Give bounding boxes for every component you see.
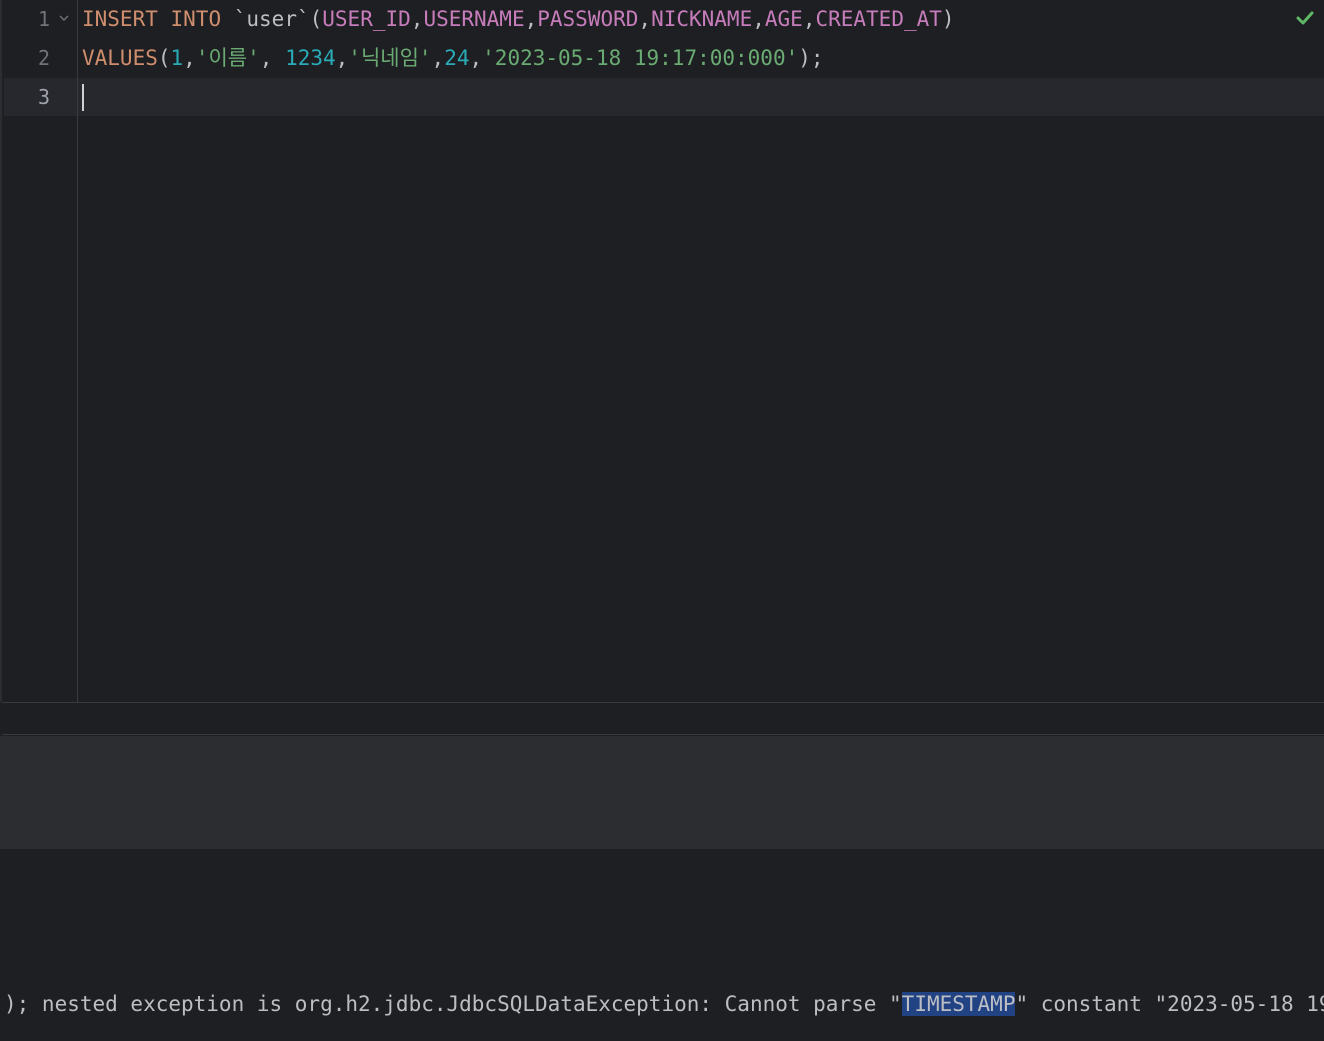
console-error-line[interactable]: ); nested exception is org.h2.jdbc.JdbcS… [4, 986, 1324, 1022]
keyword-values: VALUES [82, 46, 158, 70]
selected-text: TIMESTAMP [901, 992, 1016, 1016]
statement-end: ); [798, 46, 824, 70]
text-caret [82, 84, 84, 111]
sql-editor[interactable]: 1 2 3 INSERT INTO `user`(USER_ID,USERNAM… [0, 0, 1324, 702]
value-username: '이름' [195, 46, 260, 70]
keyword-insert: INSERT [82, 7, 158, 31]
line-number: 3 [37, 85, 50, 109]
tool-window-header [0, 736, 1324, 849]
keyword-into: INTO [170, 7, 222, 31]
paren-open: ( [157, 46, 171, 70]
paren-close: ) [941, 7, 955, 31]
column-password: PASSWORD [537, 7, 639, 31]
check-icon[interactable] [1296, 10, 1314, 26]
column-user-id: USER_ID [322, 7, 411, 31]
code-line-1[interactable]: INSERT INTO `user`(USER_ID,USERNAME,PASS… [82, 0, 955, 39]
value-created-at: '2023-05-18 19:17:00:000' [482, 46, 799, 70]
console-output[interactable]: ); nested exception is org.h2.jdbc.JdbcS… [0, 849, 1324, 1041]
column-age: AGE [764, 7, 803, 31]
column-nickname: NICKNAME [651, 7, 753, 31]
paren-open: ( [309, 7, 323, 31]
table-name: `user` [233, 7, 310, 31]
line-number: 2 [37, 46, 50, 70]
line-number: 1 [37, 7, 50, 31]
column-created-at: CREATED_AT [815, 7, 942, 31]
current-line-highlight [4, 78, 1324, 116]
line-number-gutter: 1 2 3 [4, 0, 78, 702]
code-line-2[interactable]: VALUES(1,'이름', 1234,'닉네임',24,'2023-05-18… [82, 39, 824, 78]
value-nickname: '닉네임' [348, 46, 432, 70]
fold-chevron-icon[interactable] [59, 13, 69, 23]
error-text-after: " constant "2023-05-18 19:17:00:000" [1015, 992, 1324, 1016]
value-password: 1234 [285, 46, 336, 70]
value-age: 24 [444, 46, 470, 70]
error-text-before: ); nested exception is org.h2.jdbc.JdbcS… [4, 992, 902, 1016]
value-user-id: 1 [170, 46, 184, 70]
column-username: USERNAME [423, 7, 525, 31]
editor-bottom-strip [2, 702, 1324, 735]
